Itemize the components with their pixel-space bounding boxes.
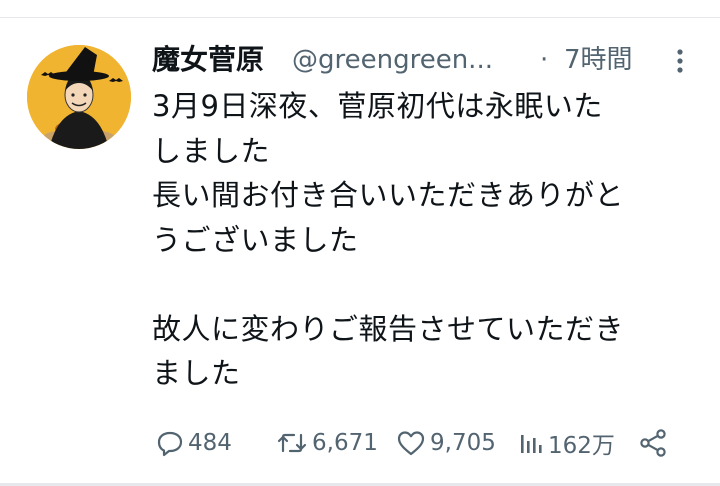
witch-avatar-icon — [27, 45, 131, 149]
avatar[interactable] — [27, 45, 131, 149]
views-button[interactable]: 162万 — [518, 422, 615, 464]
views-bar-chart-icon — [521, 435, 542, 453]
like-count: 9,705 — [430, 430, 496, 456]
like-button[interactable]: 9,705 — [396, 422, 496, 464]
more-vertical-icon[interactable] — [668, 48, 692, 74]
heart-icon — [397, 431, 425, 456]
retweet-icon — [277, 433, 307, 453]
tweet-card[interactable]: 魔女菅原 @greengreen... · 7時間 3月9日深夜、菅原初代は永眠… — [0, 18, 720, 483]
share-icon — [640, 429, 666, 457]
tweet-actions: 484 6,671 9,705 162万 — [152, 422, 692, 464]
share-button[interactable] — [638, 422, 668, 464]
reply-count: 484 — [188, 430, 232, 456]
reply-button[interactable]: 484 — [156, 422, 232, 464]
display-name[interactable]: 魔女菅原 — [152, 40, 264, 80]
retweet-count: 6,671 — [312, 430, 378, 456]
reply-bubble-icon — [157, 431, 183, 457]
retweet-button[interactable]: 6,671 — [276, 422, 378, 464]
tweet-text: 3月9日深夜、菅原初代は永眠いた しました 長い間お付き合いいただきありがと う… — [152, 89, 625, 390]
view-count: 162万 — [548, 433, 615, 459]
tweet-header: 魔女菅原 @greengreen... · 7時間 — [152, 40, 692, 80]
time-separator: · — [540, 45, 549, 75]
user-handle[interactable]: @greengreen... — [292, 40, 493, 80]
timestamp[interactable]: 7時間 — [564, 40, 633, 80]
